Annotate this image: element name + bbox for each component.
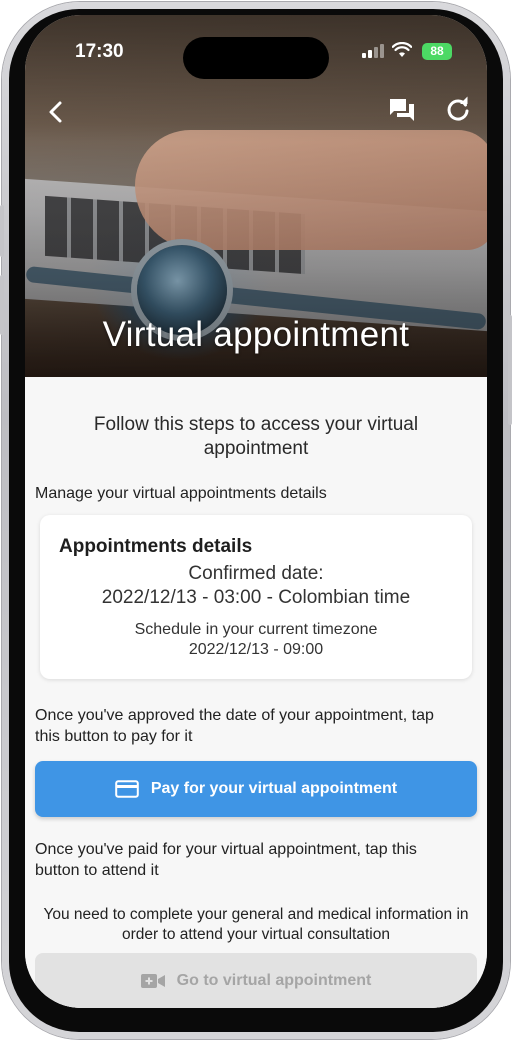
pay-button[interactable]: Pay for your virtual appointment: [35, 761, 477, 817]
go-button-label: Go to virtual appointment: [176, 972, 372, 989]
page-title: Virtual appointment: [102, 315, 410, 354]
schedule-label: Schedule in your current timezone: [134, 621, 378, 638]
side-button: [0, 275, 4, 335]
status-time: 17:30: [75, 41, 124, 62]
app-screen: 17:30 88 Virtual appointment Follow this…: [25, 15, 487, 1008]
status-bar: 17:30 88: [25, 15, 487, 79]
go-to-appointment-button[interactable]: Go to virtual appointment: [35, 953, 477, 1008]
attend-instruction: Once you've paid for your virtual appoin…: [35, 841, 417, 879]
pay-button-label: Pay for your virtual appointment: [150, 780, 398, 797]
manage-label: Manage your virtual appointments details: [35, 485, 327, 502]
confirmed-date-label: Confirmed date:: [188, 563, 324, 584]
dynamic-island: [183, 37, 329, 79]
main-content: Follow this steps to access your virtual…: [25, 377, 487, 1008]
refresh-icon[interactable]: [443, 95, 473, 125]
signal-icon: [362, 44, 384, 58]
battery-indicator: 88: [422, 43, 452, 60]
card-title: Appointments details: [59, 536, 253, 557]
schedule-value: 2022/12/13 - 09:00: [188, 641, 324, 658]
back-icon[interactable]: [40, 95, 74, 129]
chat-bubbles-icon[interactable]: [387, 95, 417, 125]
intro-text: Follow this steps to access your virtual…: [93, 414, 419, 459]
credit-card-icon: [115, 780, 139, 798]
video-camera-icon: [140, 974, 165, 988]
side-button: [508, 315, 512, 425]
pay-instruction: Once you've approved the date of your ap…: [35, 707, 434, 745]
phone-device: 17:30 88 Virtual appointment Follow this…: [0, 0, 512, 1041]
side-button: [0, 205, 4, 257]
appointment-details-card: Appointments details Confirmed date: 202…: [40, 515, 472, 679]
battery-level: 88: [430, 44, 444, 58]
requirement-note: You need to complete your general and me…: [43, 906, 469, 943]
confirmed-date-value: 2022/12/13 - 03:00 - Colombian time: [101, 587, 411, 608]
wifi-icon: [392, 42, 412, 57]
